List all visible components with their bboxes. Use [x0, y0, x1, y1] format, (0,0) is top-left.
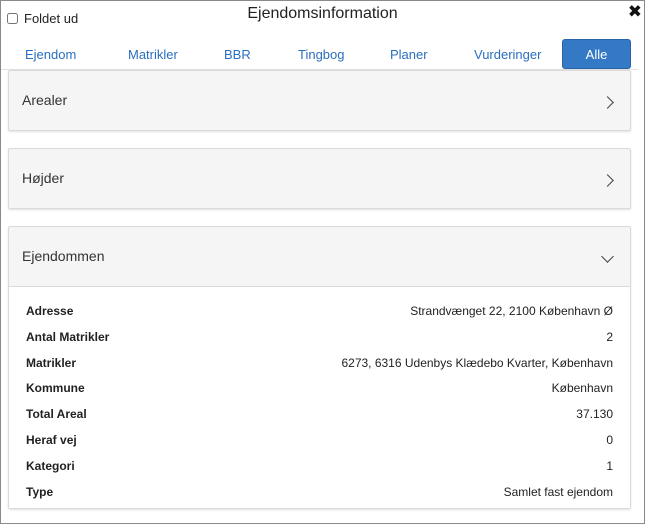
detail-row-adresse: Adresse Strandvænget 22, 2100 København … [26, 299, 613, 325]
detail-key: Type [26, 484, 54, 499]
tab-ejendom[interactable]: Ejendom [25, 41, 76, 69]
detail-row-heraf-vej: Heraf vej 0 [26, 428, 613, 454]
tab-alle[interactable]: Alle [562, 39, 631, 69]
tab-bbr[interactable]: BBR [224, 41, 251, 69]
detail-row-kategori: Kategori 1 [26, 454, 613, 480]
detail-value: 1 [606, 458, 613, 473]
detail-value: 2 [606, 329, 613, 344]
tab-bar: Ejendom Matrikler BBR Tingbog Planer Vur… [1, 37, 638, 70]
chevron-right-icon [601, 96, 614, 109]
detail-value: København [551, 381, 613, 396]
tab-planer[interactable]: Planer [390, 41, 428, 69]
detail-value: 6273, 6316 Udenbys Klædebo Kvarter, Købe… [341, 355, 613, 370]
detail-value: 0 [606, 432, 613, 447]
property-info-window: Foldet ud Ejendomsinformation ✖ Ejendom … [0, 0, 645, 524]
detail-key: Kommune [26, 381, 85, 396]
chevron-down-icon [601, 250, 614, 263]
property-details: Adresse Strandvænget 22, 2100 København … [9, 287, 630, 508]
detail-value: 37.130 [576, 407, 613, 422]
close-icon[interactable]: ✖ [628, 2, 642, 22]
detail-key: Kategori [26, 458, 75, 473]
detail-key: Adresse [26, 304, 74, 318]
panel-header-arealer[interactable]: Arealer [9, 71, 630, 130]
detail-row-kommune: Kommune København [26, 376, 613, 402]
title-bar: Foldet ud Ejendomsinformation ✖ [1, 1, 644, 37]
detail-value: Strandvænget 22, 2100 København Ø [410, 304, 613, 318]
chevron-right-icon [601, 174, 614, 187]
window-title: Ejendomsinformation [247, 5, 398, 22]
detail-value: Samlet fast ejendom [503, 484, 613, 499]
panel-hojder: Højder [8, 148, 631, 209]
detail-row-antal-matrikler: Antal Matrikler 2 [26, 325, 613, 351]
tab-matrikler[interactable]: Matrikler [128, 41, 178, 69]
panel-ejendommen: Ejendommen Adresse Strandvænget 22, 2100… [8, 226, 631, 509]
panel-title: Højder [22, 170, 65, 186]
detail-key: Total Areal [26, 407, 87, 422]
panel-title: Ejendommen [22, 248, 105, 264]
tab-vurderinger[interactable]: Vurderinger [474, 41, 541, 69]
detail-key: Heraf vej [26, 432, 77, 447]
detail-key: Matrikler [26, 355, 77, 370]
detail-row-total-areal: Total Areal 37.130 [26, 402, 613, 428]
panel-title: Arealer [22, 92, 68, 108]
panel-header-ejendommen[interactable]: Ejendommen [9, 227, 630, 287]
detail-key: Antal Matrikler [26, 329, 110, 344]
panel-arealer: Arealer [8, 70, 631, 131]
tab-tingbog[interactable]: Tingbog [298, 41, 345, 69]
detail-row-matrikler: Matrikler 6273, 6316 Udenbys Klædebo Kva… [26, 351, 613, 377]
panel-header-hojder[interactable]: Højder [9, 149, 630, 208]
detail-row-type: Type Samlet fast ejendom [26, 480, 613, 506]
